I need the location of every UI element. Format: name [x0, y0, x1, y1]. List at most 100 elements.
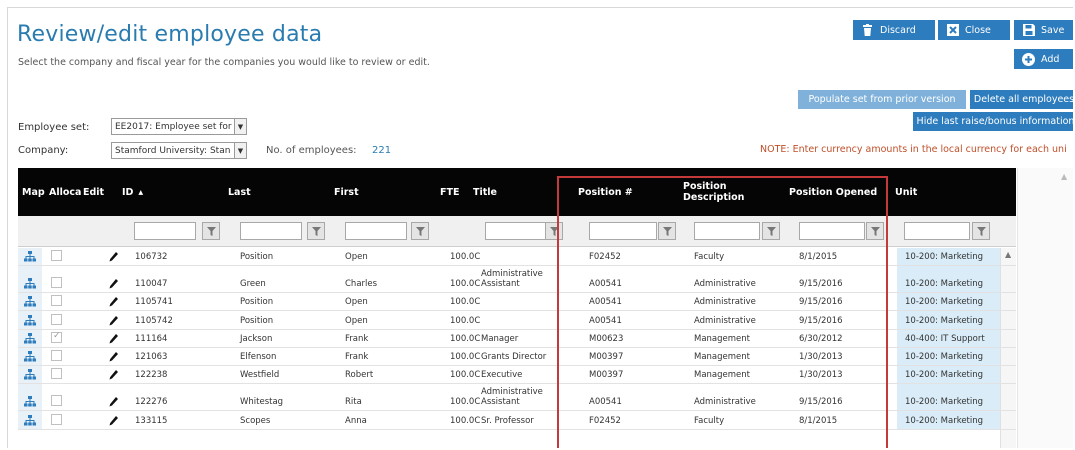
id-cell: 133115 — [135, 416, 168, 426]
org-chart-icon[interactable] — [24, 311, 36, 329]
org-chart-icon[interactable] — [24, 330, 36, 347]
edit-pencil-icon[interactable] — [109, 266, 118, 292]
column-header-unit[interactable]: Unit — [895, 168, 917, 216]
filter-input-title[interactable] — [485, 222, 547, 240]
allocate-checkbox[interactable] — [51, 414, 62, 425]
last-name-cell: Jackson — [240, 334, 273, 344]
edit-pencil-icon[interactable] — [109, 293, 118, 310]
position-number-cell: F02452 — [589, 416, 621, 426]
delete-all-employees-button[interactable]: Delete all employees — [970, 90, 1073, 109]
column-header-edit[interactable]: Edit — [83, 168, 104, 216]
table-row[interactable]: 133115 Scopes Anna 100.0C Sr. Professor F0245… — [18, 411, 1016, 430]
org-chart-icon[interactable] — [24, 266, 36, 292]
allocate-checkbox[interactable] — [51, 368, 62, 379]
position-number-cell: M00397 — [589, 370, 624, 380]
plus-circle-icon — [1022, 52, 1035, 66]
id-cell: 110047 — [135, 279, 168, 289]
allocate-checkbox[interactable] — [51, 314, 62, 325]
table-row[interactable]: 110047 Green Charles 100.0C Administrative A… — [18, 266, 1016, 293]
discard-label: Discard — [880, 24, 916, 36]
column-header-position-opened[interactable]: Position Opened — [789, 168, 877, 216]
filter-input-position-opened[interactable] — [799, 222, 865, 240]
scroll-up-icon[interactable]: ▲ — [1061, 172, 1067, 181]
filter-icon[interactable] — [202, 222, 220, 240]
filter-input-unit[interactable] — [904, 222, 970, 240]
title-cell — [481, 311, 551, 329]
filter-input-id[interactable] — [134, 222, 196, 240]
last-name-cell: Position — [240, 297, 274, 307]
title-cell: Grants Director — [481, 352, 547, 362]
edit-pencil-icon[interactable] — [109, 366, 118, 383]
filter-icon[interactable] — [658, 222, 676, 240]
allocate-checkbox[interactable] — [51, 250, 62, 261]
employee-set-select[interactable]: EE2017: Employee set for ▼ — [111, 118, 247, 135]
filter-icon[interactable] — [411, 222, 429, 240]
populate-from-prior-button[interactable]: Populate set from prior version — [798, 90, 966, 109]
column-header-map[interactable]: Map — [22, 168, 45, 216]
company-select[interactable]: Stamford University: Stan ▼ — [111, 142, 247, 159]
column-header-fte[interactable]: FTE — [440, 168, 459, 216]
column-header-position-description[interactable]: Position Description — [683, 168, 758, 216]
table-row[interactable]: 122276 Whitestag Rita 100.0C Administrative … — [18, 384, 1016, 411]
fte-cell: 100.0C — [450, 252, 480, 262]
hide-raise-info-button[interactable]: Hide last raise/bonus information — [913, 112, 1073, 131]
fte-cell: 100.0C — [450, 397, 480, 407]
id-cell: 121063 — [135, 352, 168, 362]
column-header-first[interactable]: First — [334, 168, 359, 216]
id-cell: 1105742 — [135, 316, 173, 326]
position-opened-cell: 9/15/2016 — [799, 397, 843, 407]
column-header-last[interactable]: Last — [228, 168, 251, 216]
allocate-checkbox[interactable] — [51, 277, 62, 288]
column-header-title[interactable]: Title — [473, 168, 497, 216]
org-chart-icon[interactable] — [24, 248, 36, 265]
fte-cell: 100.0C — [450, 316, 480, 326]
allocate-checkbox[interactable] — [51, 295, 62, 306]
unit-cell: 10-200: Marketing — [905, 397, 984, 407]
allocate-checkbox[interactable] — [51, 331, 62, 343]
table-row[interactable]: 1105742 Position Open 100.0C A00541 Administr… — [18, 311, 1016, 330]
add-button[interactable]: Add — [1014, 49, 1073, 69]
close-button[interactable]: Close — [938, 20, 1010, 40]
filter-input-position-number[interactable] — [589, 222, 657, 240]
filter-icon[interactable] — [866, 222, 884, 240]
column-header-id[interactable]: ID ▴ — [122, 168, 143, 216]
edit-pencil-icon[interactable] — [109, 311, 118, 329]
org-chart-icon[interactable] — [24, 384, 36, 410]
employee-set-value: EE2017: Employee set for — [115, 121, 232, 132]
filter-icon[interactable] — [972, 222, 990, 240]
filter-input-last[interactable] — [240, 222, 302, 240]
table-row[interactable]: 1105741 Position Open 100.0C A00541 Administr… — [18, 293, 1016, 311]
num-employees-value: 221 — [372, 145, 392, 156]
allocate-checkbox[interactable] — [51, 395, 62, 406]
currency-note: NOTE: Enter currency amounts in the loca… — [760, 144, 1067, 155]
column-header-allocate[interactable]: Alloca — [49, 168, 81, 216]
edit-pencil-icon[interactable] — [109, 330, 118, 347]
unit-cell: 10-200: Marketing — [905, 297, 984, 307]
table-row[interactable]: 121063 Elfenson Frank 100.0C Grants Director… — [18, 348, 1016, 366]
allocate-checkbox[interactable] — [51, 350, 62, 361]
position-opened-cell: 8/1/2015 — [799, 416, 838, 426]
edit-pencil-icon[interactable] — [109, 384, 118, 410]
filter-input-position-description[interactable] — [694, 222, 760, 240]
position-description-cell: Administrative — [694, 297, 756, 307]
filter-input-first[interactable] — [345, 222, 407, 240]
discard-button[interactable]: Discard — [853, 20, 935, 40]
page-scrollbar[interactable]: ▲ — [1017, 168, 1073, 448]
id-cell: 122276 — [135, 397, 168, 407]
org-chart-icon[interactable] — [24, 366, 36, 383]
edit-pencil-icon[interactable] — [109, 248, 118, 265]
table-row[interactable]: 122238 Westfield Robert 100.0C Executive M003… — [18, 366, 1016, 384]
table-row[interactable]: 111164 Jackson Frank 100.0CManager M00623 Man… — [18, 330, 1016, 348]
last-name-cell: Position — [240, 252, 274, 262]
org-chart-icon[interactable] — [24, 293, 36, 310]
filter-icon[interactable] — [545, 222, 563, 240]
save-button[interactable]: Save — [1014, 20, 1073, 40]
org-chart-icon[interactable] — [24, 348, 36, 365]
edit-pencil-icon[interactable] — [109, 411, 118, 429]
table-row[interactable]: 106732 Position Open 100.0C F02452 Faculty 8/1… — [18, 248, 1016, 266]
filter-icon[interactable] — [762, 222, 780, 240]
filter-icon[interactable] — [307, 222, 325, 240]
edit-pencil-icon[interactable] — [109, 348, 118, 365]
org-chart-icon[interactable] — [24, 411, 36, 429]
column-header-position-number[interactable]: Position # — [578, 168, 633, 216]
